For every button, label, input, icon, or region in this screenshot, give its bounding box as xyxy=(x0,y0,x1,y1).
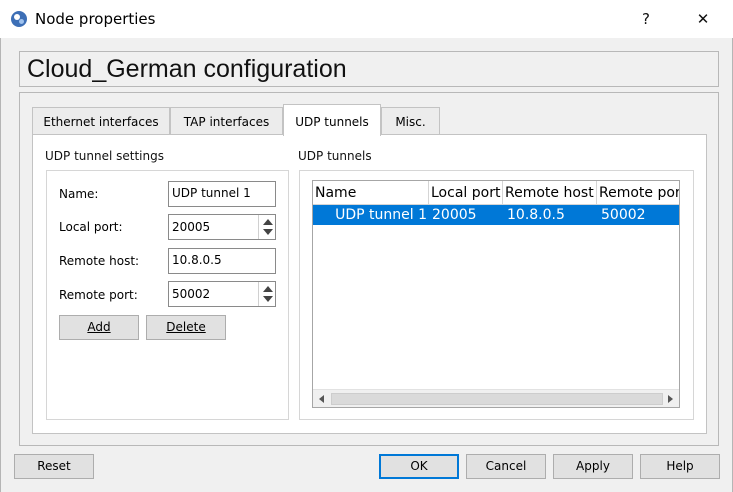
window-title: Node properties xyxy=(35,10,156,28)
spin-arrows[interactable] xyxy=(258,282,275,306)
local-port-spinbox[interactable]: 20005 xyxy=(168,214,276,240)
apply-button[interactable]: Apply xyxy=(553,454,633,479)
scroll-left-icon[interactable] xyxy=(319,395,324,403)
tab-misc[interactable]: Misc. xyxy=(381,107,440,135)
help-button[interactable]: Help xyxy=(640,454,720,479)
add-button[interactable]: Add xyxy=(59,315,139,340)
remote-host-field[interactable]: 10.8.0.5 xyxy=(168,248,276,274)
column-header-remote-host[interactable]: Remote host xyxy=(503,181,597,205)
table-header: Name Local port Remote host Remote por xyxy=(313,181,679,205)
column-header-name[interactable]: Name xyxy=(313,181,429,205)
spin-up-icon[interactable] xyxy=(263,286,273,292)
cell-local-port: 20005 xyxy=(432,207,477,223)
scroll-thumb[interactable] xyxy=(331,393,663,405)
tab-label: Ethernet interfaces xyxy=(43,115,159,129)
name-label: Name: xyxy=(59,187,99,201)
help-title-button[interactable]: ? xyxy=(636,9,656,29)
delete-button[interactable]: Delete xyxy=(146,315,226,340)
tab-tap-interfaces[interactable]: TAP interfaces xyxy=(170,107,283,135)
page-title: Cloud_German configuration xyxy=(27,55,347,83)
scroll-right-icon[interactable] xyxy=(668,395,673,403)
cell-remote-host: 10.8.0.5 xyxy=(507,207,565,223)
table-row[interactable]: UDP tunnel 1 20005 10.8.0.5 50002 xyxy=(313,205,679,225)
local-port-label: Local port: xyxy=(59,220,123,234)
tab-udp-tunnels[interactable]: UDP tunnels xyxy=(283,104,381,136)
remote-port-value: 50002 xyxy=(172,287,211,301)
udp-tunnels-table[interactable]: Name Local port Remote host Remote por U… xyxy=(312,180,680,408)
remote-port-spinbox[interactable]: 50002 xyxy=(168,281,276,307)
ok-button[interactable]: OK xyxy=(379,454,459,479)
cell-name: UDP tunnel 1 xyxy=(335,207,427,223)
gns3-app-icon xyxy=(11,11,27,27)
tab-label: TAP interfaces xyxy=(183,115,270,129)
local-port-value: 20005 xyxy=(172,220,211,234)
cell-remote-port: 50002 xyxy=(601,207,646,223)
cancel-button[interactable]: Cancel xyxy=(466,454,546,479)
add-button-label: Add xyxy=(87,320,111,334)
reset-button[interactable]: Reset xyxy=(14,454,94,479)
udp-tunnels-title: UDP tunnels xyxy=(298,149,372,163)
spin-down-icon[interactable] xyxy=(263,229,273,235)
remote-port-label: Remote port: xyxy=(59,288,138,302)
udp-tunnel-settings-title: UDP tunnel settings xyxy=(45,149,164,163)
column-header-local-port[interactable]: Local port xyxy=(429,181,503,205)
tab-label: UDP tunnels xyxy=(295,115,369,129)
spin-down-icon[interactable] xyxy=(263,296,273,302)
tab-ethernet-interfaces[interactable]: Ethernet interfaces xyxy=(32,107,170,135)
tab-label: Misc. xyxy=(395,115,426,129)
delete-button-label: Delete xyxy=(166,320,206,334)
horizontal-scrollbar[interactable] xyxy=(313,389,679,407)
spin-arrows[interactable] xyxy=(258,215,275,239)
spin-up-icon[interactable] xyxy=(263,219,273,225)
close-icon[interactable]: ✕ xyxy=(693,9,713,29)
title-bar: Node properties ? ✕ xyxy=(0,0,733,38)
header-frame: Cloud_German configuration xyxy=(19,51,719,87)
remote-host-label: Remote host: xyxy=(59,254,140,268)
column-header-remote-port[interactable]: Remote por xyxy=(597,181,679,205)
name-field[interactable]: UDP tunnel 1 xyxy=(168,181,276,207)
